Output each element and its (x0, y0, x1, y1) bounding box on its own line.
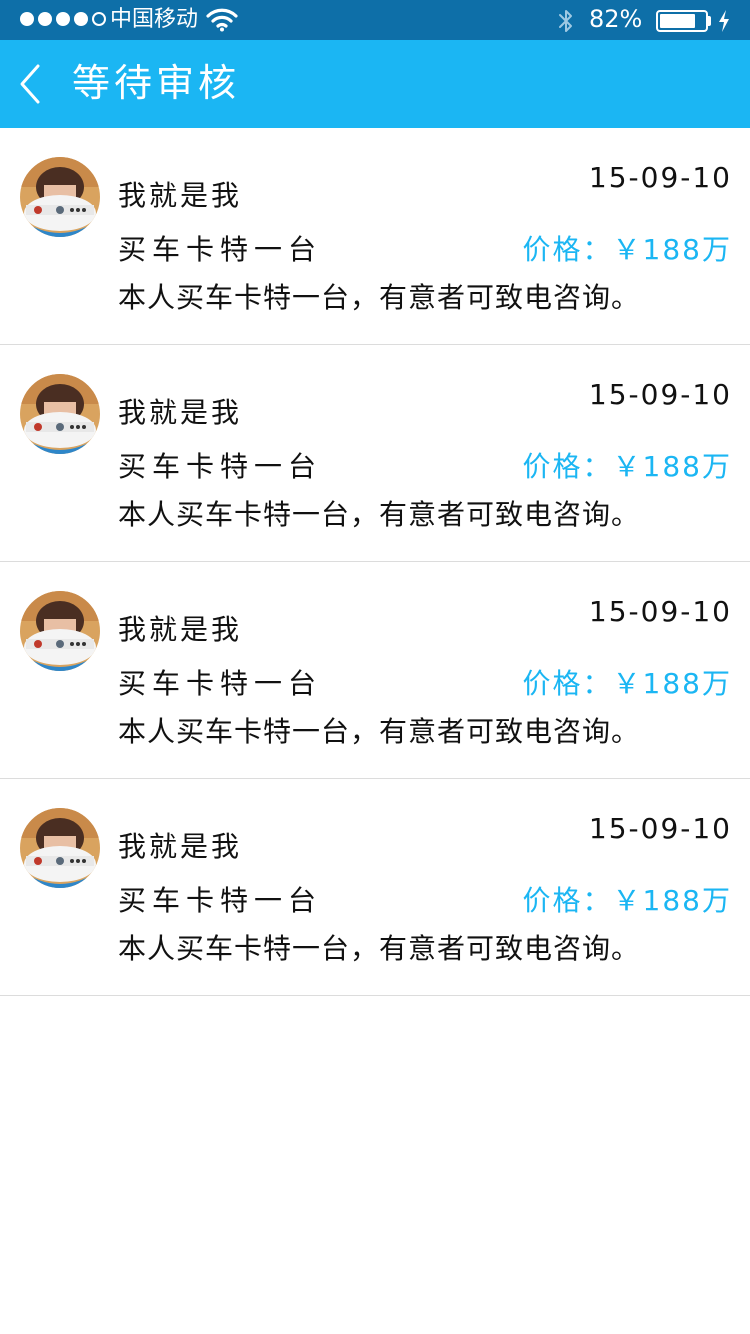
post-date: 15-09-10 (588, 378, 732, 411)
battery-icon (656, 10, 708, 32)
page-title: 等待审核 (72, 61, 241, 105)
item-price: 价格：￥188万 (523, 232, 732, 268)
item-price: 价格：￥188万 (523, 666, 732, 702)
wifi-icon (206, 8, 238, 36)
post-date: 15-09-10 (588, 161, 732, 194)
signal-dot (38, 12, 52, 26)
bluetooth-icon (557, 8, 575, 38)
item-description: 本人买车卡特一台，有意者可致电咨询。 (118, 932, 641, 965)
price-label: 价格： (522, 884, 613, 917)
list-item[interactable]: 我就是我 15-09-10 买车卡特一台 价格：￥188万 本人买车卡特一台，有… (0, 128, 750, 345)
list-item[interactable]: 我就是我 15-09-10 买车卡特一台 价格：￥188万 本人买车卡特一台，有… (0, 562, 750, 779)
signal-dot (92, 12, 106, 26)
back-button[interactable] (14, 60, 54, 108)
charging-icon (717, 9, 731, 37)
battery-cap (708, 16, 711, 26)
avatar (20, 374, 100, 454)
signal-dot (74, 12, 88, 26)
item-price: 价格：￥188万 (523, 449, 732, 485)
item-title: 买车卡特一台 (118, 884, 323, 917)
avatar (20, 157, 100, 237)
item-title: 买车卡特一台 (118, 667, 323, 700)
avatar (20, 591, 100, 671)
signal-dot (20, 12, 34, 26)
item-price: 价格：￥188万 (523, 883, 732, 919)
item-description: 本人买车卡特一台，有意者可致电咨询。 (118, 281, 641, 314)
user-name: 我就是我 (118, 179, 243, 212)
price-value: ￥188万 (612, 233, 732, 266)
price-value: ￥188万 (612, 450, 732, 483)
post-date: 15-09-10 (588, 812, 732, 845)
post-date: 15-09-10 (588, 595, 732, 628)
list-item[interactable]: 我就是我 15-09-10 买车卡特一台 价格：￥188万 本人买车卡特一台，有… (0, 779, 750, 996)
signal-dot (56, 12, 70, 26)
battery-fill (660, 14, 696, 28)
carrier-name: 中国移动 (110, 7, 199, 32)
item-description: 本人买车卡特一台，有意者可致电咨询。 (118, 498, 641, 531)
price-label: 价格： (522, 233, 613, 266)
chevron-left-icon (20, 64, 40, 104)
user-name: 我就是我 (118, 396, 243, 429)
avatar (20, 808, 100, 888)
item-description: 本人买车卡特一台，有意者可致电咨询。 (118, 715, 641, 748)
signal-strength-icon (20, 12, 106, 26)
list-item[interactable]: 我就是我 15-09-10 买车卡特一台 价格：￥188万 本人买车卡特一台，有… (0, 345, 750, 562)
price-label: 价格： (522, 450, 613, 483)
item-title: 买车卡特一台 (118, 450, 323, 483)
nav-bar: 等待审核 (0, 40, 750, 128)
battery-percentage: 82% (589, 5, 643, 33)
price-label: 价格： (522, 667, 613, 700)
status-bar: 中国移动 82% (0, 0, 750, 40)
price-value: ￥188万 (612, 884, 732, 917)
item-title: 买车卡特一台 (118, 233, 323, 266)
price-value: ￥188万 (612, 667, 732, 700)
review-list: 我就是我 15-09-10 买车卡特一台 价格：￥188万 本人买车卡特一台，有… (0, 128, 750, 996)
user-name: 我就是我 (118, 613, 243, 646)
user-name: 我就是我 (118, 830, 243, 863)
